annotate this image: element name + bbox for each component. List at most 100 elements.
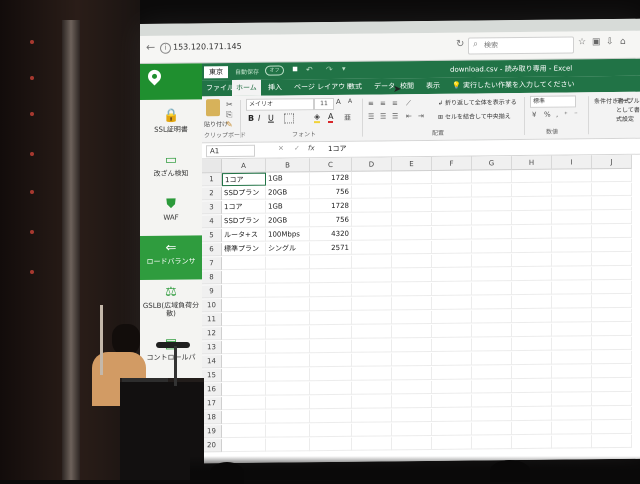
column-header-i[interactable]: I [552,155,592,170]
cell-g13[interactable] [472,338,512,352]
cell-j2[interactable] [592,182,632,197]
row-header[interactable]: 2 [202,187,222,201]
row-header[interactable]: 20 [202,439,222,453]
cell-d18[interactable] [352,409,392,423]
cell-a15[interactable] [222,368,266,383]
cell-g20[interactable] [472,436,512,450]
currency-icon[interactable]: ¥ [532,111,536,119]
row-header[interactable]: 3 [202,201,222,215]
worksheet-grid[interactable]: A B C D E F G H I J 1 1コア 1GB 1728 2 SSDプラン 20GB 756 3 1コア 1… [202,154,640,464]
cell-c8[interactable] [310,269,352,284]
region-badge[interactable]: 東京 [204,66,228,79]
cell-a7[interactable] [222,256,266,271]
cell-g9[interactable] [472,282,512,296]
cell-a1[interactable]: 1コア [222,172,266,187]
cell-g11[interactable] [472,310,512,324]
cell-i12[interactable] [552,323,592,337]
cell-i20[interactable] [552,435,592,449]
cell-e14[interactable] [392,352,432,367]
cell-e12[interactable] [392,324,432,339]
column-header-d[interactable]: D [352,157,392,172]
cell-c17[interactable] [310,395,352,410]
cell-c6[interactable]: 2571 [310,241,352,256]
cell-b15[interactable] [266,368,310,382]
cell-i17[interactable] [552,393,592,407]
cell-a11[interactable] [222,312,266,327]
cell-d10[interactable] [352,297,392,311]
cell-a13[interactable] [222,340,266,355]
cell-g16[interactable] [472,380,512,394]
cell-c19[interactable] [310,423,352,438]
row-header[interactable]: 7 [202,257,222,271]
cell-j14[interactable] [592,350,632,365]
cell-a9[interactable] [222,284,266,299]
cell-c16[interactable] [310,381,352,396]
cell-c20[interactable] [310,437,352,452]
cell-j7[interactable] [592,252,632,267]
cell-h16[interactable] [512,379,552,394]
confirm-formula-icon[interactable]: ✓ [294,144,300,152]
cell-f17[interactable] [432,394,472,408]
cell-j17[interactable] [592,392,632,407]
cell-a2[interactable]: SSDプラン [222,186,266,201]
cell-h7[interactable] [512,253,552,268]
cell-c18[interactable] [310,409,352,424]
row-header[interactable]: 18 [202,411,222,425]
tab-page-layout[interactable]: ページ レイアウト [294,82,352,93]
cell-j10[interactable] [592,294,632,309]
cell-h14[interactable] [512,351,552,366]
bold-button[interactable]: B [248,114,254,123]
grow-font-icon[interactable]: A [336,98,341,106]
number-format-select[interactable]: 標準 [530,95,576,108]
fill-color-icon[interactable]: ◈ [314,112,321,124]
cell-h17[interactable] [512,393,552,408]
column-header-f[interactable]: F [432,156,472,171]
cell-g14[interactable] [472,352,512,366]
phonetic-icon[interactable]: 亜 [344,113,351,123]
align-left-icon[interactable]: ☰ [368,113,374,121]
cell-d3[interactable] [352,199,392,213]
row-header[interactable]: 8 [202,271,222,285]
cell-h13[interactable] [512,337,552,352]
cell-g12[interactable] [472,324,512,338]
cell-i2[interactable] [552,183,592,197]
cell-c4[interactable]: 756 [310,213,352,228]
select-all-corner[interactable] [202,159,222,174]
format-painter-icon[interactable]: ✎ [226,120,233,129]
cell-f18[interactable] [432,408,472,422]
star-icon[interactable]: ☆ [578,37,586,47]
cell-j16[interactable] [592,378,632,393]
cell-e5[interactable] [392,226,432,241]
cell-j18[interactable] [592,406,632,421]
cell-g2[interactable] [472,184,512,198]
quick-access-more-icon[interactable]: ▾ [342,65,346,73]
cell-j20[interactable] [592,434,632,449]
cell-g18[interactable] [472,408,512,422]
column-header-a[interactable]: A [222,158,266,174]
cell-a16[interactable] [222,382,266,397]
cell-h2[interactable] [512,183,552,198]
cell-j6[interactable] [592,238,632,253]
sidebar-item-control-panel[interactable]: ▤ コントロールパ [140,331,202,376]
cell-b18[interactable] [266,410,310,424]
save-icon[interactable]: ▪ [292,64,298,74]
cell-d12[interactable] [352,325,392,339]
cell-a19[interactable] [222,424,266,439]
indent-decrease-icon[interactable]: ⇤ [406,112,412,120]
cell-g19[interactable] [472,422,512,436]
row-header[interactable]: 12 [202,327,222,341]
cell-i4[interactable] [552,211,592,225]
cell-j19[interactable] [592,420,632,435]
column-header-g[interactable]: G [472,156,512,171]
cell-e15[interactable] [392,366,432,381]
shrink-font-icon[interactable]: A [348,98,352,105]
name-box[interactable]: A1 [206,144,255,158]
cell-h12[interactable] [512,323,552,338]
comma-style-icon[interactable]: , [556,111,558,119]
sidebar-item-gslb[interactable]: ⚖ GSLB(広域負荷分散) [140,279,202,330]
address-bar-url[interactable]: 153.120.171.145 [173,42,242,52]
cell-g3[interactable] [472,198,512,212]
sidebar-item-waf[interactable]: ⛊ WAF [140,191,202,236]
cell-h6[interactable] [512,239,552,254]
cell-b4[interactable]: 20GB [266,214,310,228]
